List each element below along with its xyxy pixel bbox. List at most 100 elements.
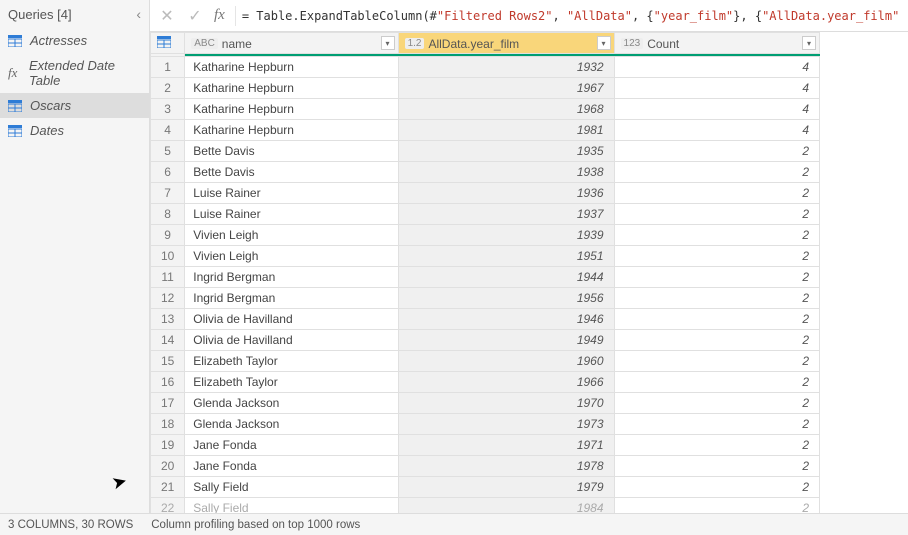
cell-year[interactable]: 1978 xyxy=(398,456,614,477)
cell-name[interactable]: Luise Rainer xyxy=(185,183,398,204)
cell-count[interactable]: 2 xyxy=(614,351,819,372)
formula-input[interactable]: = Table.ExpandTableColumn(#"Filtered Row… xyxy=(235,6,900,26)
column-header-year-film[interactable]: 1.2 AllData.year_film ▾ xyxy=(398,33,614,54)
cell-name[interactable]: Glenda Jackson xyxy=(185,414,398,435)
table-row[interactable]: 10Vivien Leigh19512 xyxy=(151,246,820,267)
cell-count[interactable]: 4 xyxy=(614,120,819,141)
cell-year[interactable]: 1932 xyxy=(398,57,614,78)
cell-year[interactable]: 1973 xyxy=(398,414,614,435)
table-row[interactable]: 16Elizabeth Taylor19662 xyxy=(151,372,820,393)
cell-count[interactable]: 2 xyxy=(614,372,819,393)
cell-count[interactable]: 2 xyxy=(614,309,819,330)
cancel-formula-icon[interactable]: ✕ xyxy=(158,6,176,26)
cell-count[interactable]: 2 xyxy=(614,414,819,435)
column-filter-dropdown[interactable]: ▾ xyxy=(381,36,395,50)
table-row[interactable]: 6Bette Davis19382 xyxy=(151,162,820,183)
cell-name[interactable]: Katharine Hepburn xyxy=(185,120,398,141)
cell-count[interactable]: 2 xyxy=(614,183,819,204)
cell-year[interactable]: 1949 xyxy=(398,330,614,351)
cell-name[interactable]: Glenda Jackson xyxy=(185,393,398,414)
table-row[interactable]: 14Olivia de Havilland19492 xyxy=(151,330,820,351)
query-item-extended-date-table[interactable]: fx Extended Date Table xyxy=(0,53,149,93)
cell-name[interactable]: Katharine Hepburn xyxy=(185,99,398,120)
cell-name[interactable]: Ingrid Bergman xyxy=(185,288,398,309)
cell-year[interactable]: 1956 xyxy=(398,288,614,309)
cell-name[interactable]: Katharine Hepburn xyxy=(185,57,398,78)
cell-name[interactable]: Elizabeth Taylor xyxy=(185,351,398,372)
cell-count[interactable]: 4 xyxy=(614,78,819,99)
cell-name[interactable]: Vivien Leigh xyxy=(185,246,398,267)
cell-name[interactable]: Olivia de Havilland xyxy=(185,309,398,330)
table-row[interactable]: 19Jane Fonda19712 xyxy=(151,435,820,456)
cell-year[interactable]: 1937 xyxy=(398,204,614,225)
cell-year[interactable]: 1981 xyxy=(398,120,614,141)
table-row[interactable]: 17Glenda Jackson19702 xyxy=(151,393,820,414)
cell-count[interactable]: 2 xyxy=(614,393,819,414)
cell-name[interactable]: Elizabeth Taylor xyxy=(185,372,398,393)
query-item-actresses[interactable]: Actresses xyxy=(0,28,149,53)
cell-name[interactable]: Sally Field xyxy=(185,477,398,498)
cell-name[interactable]: Luise Rainer xyxy=(185,204,398,225)
cell-count[interactable]: 2 xyxy=(614,498,819,514)
cell-year[interactable]: 1966 xyxy=(398,372,614,393)
cell-year[interactable]: 1968 xyxy=(398,99,614,120)
table-row[interactable]: 4Katharine Hepburn19814 xyxy=(151,120,820,141)
cell-year[interactable]: 1946 xyxy=(398,309,614,330)
commit-formula-icon[interactable]: ✓ xyxy=(186,6,204,26)
cell-count[interactable]: 2 xyxy=(614,141,819,162)
cell-name[interactable]: Sally Field xyxy=(185,498,398,514)
cell-count[interactable]: 2 xyxy=(614,288,819,309)
cell-year[interactable]: 1939 xyxy=(398,225,614,246)
table-row[interactable]: 7Luise Rainer19362 xyxy=(151,183,820,204)
cell-year[interactable]: 1938 xyxy=(398,162,614,183)
cell-count[interactable]: 4 xyxy=(614,99,819,120)
table-row[interactable]: 8Luise Rainer19372 xyxy=(151,204,820,225)
cell-count[interactable]: 2 xyxy=(614,330,819,351)
column-filter-dropdown[interactable]: ▾ xyxy=(597,36,611,50)
cell-count[interactable]: 2 xyxy=(614,246,819,267)
table-row[interactable]: 15Elizabeth Taylor19602 xyxy=(151,351,820,372)
table-row[interactable]: 9Vivien Leigh19392 xyxy=(151,225,820,246)
cell-count[interactable]: 2 xyxy=(614,204,819,225)
table-row[interactable]: 21Sally Field19792 xyxy=(151,477,820,498)
cell-year[interactable]: 1951 xyxy=(398,246,614,267)
table-row[interactable]: 20Jane Fonda19782 xyxy=(151,456,820,477)
cell-year[interactable]: 1935 xyxy=(398,141,614,162)
query-item-dates[interactable]: Dates xyxy=(0,118,149,143)
table-row[interactable]: 11Ingrid Bergman19442 xyxy=(151,267,820,288)
data-grid[interactable]: ABC name ▾ 1.2 AllData.year_film ▾ xyxy=(150,32,908,513)
table-row[interactable]: 18Glenda Jackson19732 xyxy=(151,414,820,435)
cell-count[interactable]: 2 xyxy=(614,225,819,246)
cell-name[interactable]: Jane Fonda xyxy=(185,435,398,456)
cell-year[interactable]: 1936 xyxy=(398,183,614,204)
cell-year[interactable]: 1944 xyxy=(398,267,614,288)
table-row[interactable]: 5Bette Davis19352 xyxy=(151,141,820,162)
cell-count[interactable]: 2 xyxy=(614,477,819,498)
cell-year[interactable]: 1984 xyxy=(398,498,614,514)
table-row[interactable]: 22Sally Field19842 xyxy=(151,498,820,514)
cell-year[interactable]: 1967 xyxy=(398,78,614,99)
cell-count[interactable]: 2 xyxy=(614,456,819,477)
cell-year[interactable]: 1960 xyxy=(398,351,614,372)
query-item-oscars[interactable]: Oscars xyxy=(0,93,149,118)
cell-name[interactable]: Ingrid Bergman xyxy=(185,267,398,288)
cell-name[interactable]: Bette Davis xyxy=(185,141,398,162)
table-row[interactable]: 3Katharine Hepburn19684 xyxy=(151,99,820,120)
cell-year[interactable]: 1970 xyxy=(398,393,614,414)
column-filter-dropdown[interactable]: ▾ xyxy=(802,36,816,50)
cell-name[interactable]: Jane Fonda xyxy=(185,456,398,477)
cell-year[interactable]: 1971 xyxy=(398,435,614,456)
column-header-count[interactable]: 123 Count ▾ xyxy=(614,33,819,54)
table-corner[interactable] xyxy=(151,33,185,54)
table-row[interactable]: 2Katharine Hepburn19674 xyxy=(151,78,820,99)
cell-name[interactable]: Katharine Hepburn xyxy=(185,78,398,99)
collapse-chevron-icon[interactable]: ‹ xyxy=(136,6,141,22)
table-row[interactable]: 13Olivia de Havilland19462 xyxy=(151,309,820,330)
column-header-name[interactable]: ABC name ▾ xyxy=(185,33,398,54)
cell-name[interactable]: Olivia de Havilland xyxy=(185,330,398,351)
cell-name[interactable]: Vivien Leigh xyxy=(185,225,398,246)
cell-count[interactable]: 2 xyxy=(614,267,819,288)
cell-count[interactable]: 4 xyxy=(614,57,819,78)
cell-count[interactable]: 2 xyxy=(614,435,819,456)
table-row[interactable]: 1Katharine Hepburn19324 xyxy=(151,57,820,78)
